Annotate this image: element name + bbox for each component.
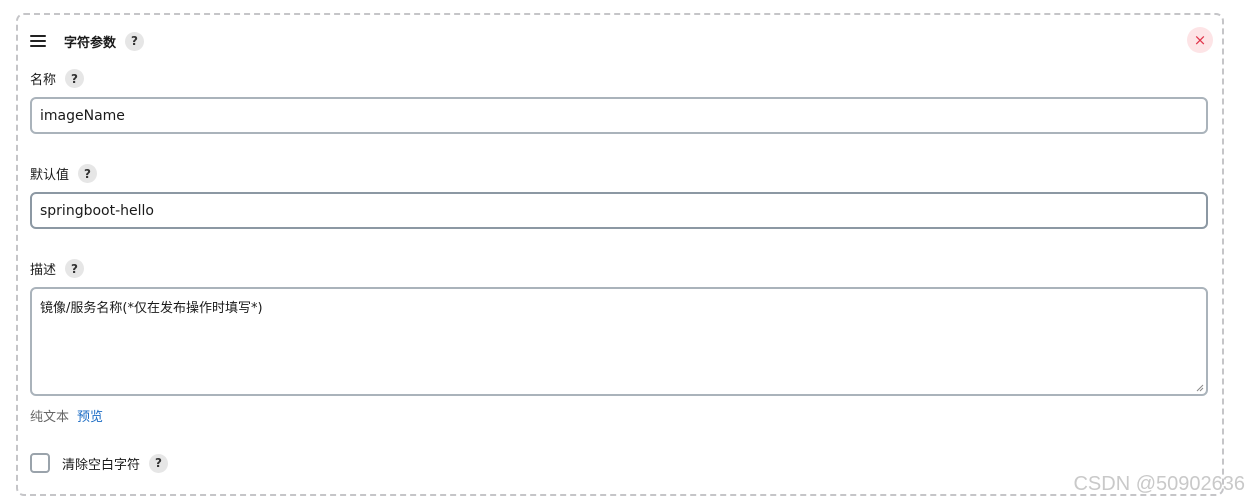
description-label: 描述 (30, 263, 57, 278)
name-input[interactable]: imageName (30, 97, 1208, 134)
name-label-row: 名称 ? (30, 69, 85, 88)
description-help-icon[interactable]: ? (65, 259, 85, 278)
header-help-icon[interactable]: ? (125, 31, 145, 51)
delete-parameter-button[interactable]: × (1187, 27, 1213, 53)
default-value-label-row: 默认值 ? (30, 164, 98, 183)
plain-text-label: 纯文本 (30, 410, 70, 425)
watermark: CSDN @50902636 (1073, 473, 1245, 495)
description-format-row: 纯文本 预览 (30, 406, 103, 425)
trim-checkbox[interactable] (30, 453, 50, 473)
default-value-label: 默认值 (30, 168, 70, 183)
preview-link[interactable]: 预览 (77, 406, 103, 425)
default-value-help-icon[interactable]: ? (78, 164, 98, 183)
description-textarea[interactable]: 镜像/服务名称(*仅在发布操作时填写*) (30, 287, 1208, 396)
trim-row: 清除空白字符 ? (30, 453, 169, 473)
name-help-icon[interactable]: ? (65, 69, 85, 88)
description-text: 镜像/服务名称(*仅在发布操作时填写*) (40, 301, 263, 316)
drag-handle-icon[interactable] (30, 35, 46, 47)
name-label: 名称 (30, 73, 57, 88)
trim-help-icon[interactable]: ? (149, 453, 169, 473)
default-value-input[interactable]: springboot-hello (30, 192, 1208, 229)
trim-label: 清除空白字符 (62, 457, 141, 473)
resize-grip-icon[interactable] (1196, 384, 1204, 392)
string-parameter-panel: 字符参数 ? × 名称 ? imageName 默认值 ? springboot… (16, 13, 1224, 496)
parameter-header: 字符参数 ? (30, 31, 145, 51)
parameter-type-title: 字符参数 (64, 35, 117, 51)
description-label-row: 描述 ? (30, 259, 85, 278)
